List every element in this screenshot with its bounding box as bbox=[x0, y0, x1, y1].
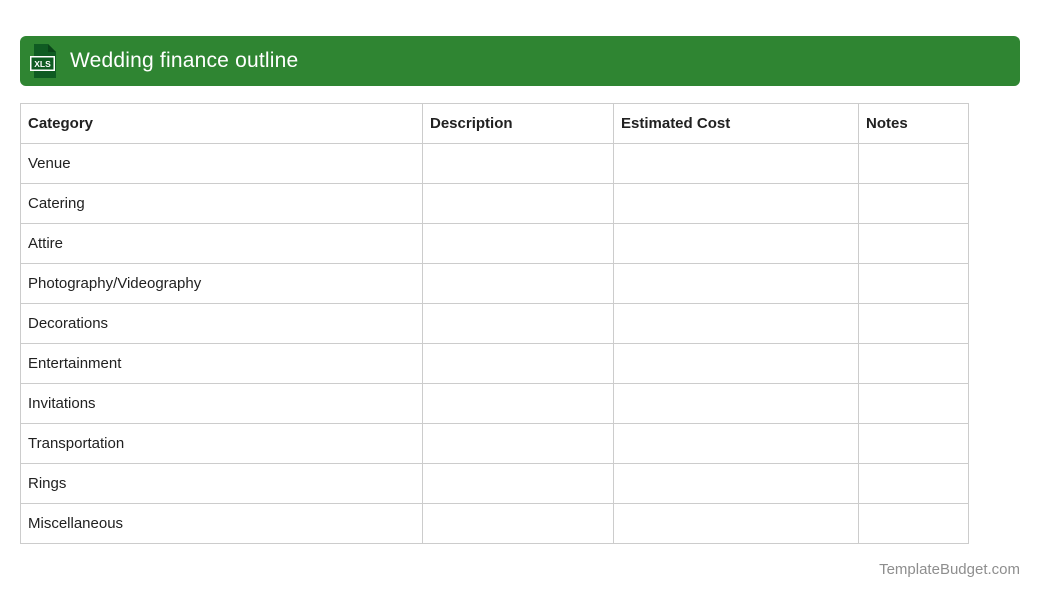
notes-cell bbox=[858, 143, 969, 184]
column-header-estimated-cost: Estimated Cost bbox=[613, 103, 859, 144]
table-header-row: Category Description Estimated Cost Note… bbox=[20, 103, 969, 144]
category-cell: Transportation bbox=[20, 423, 423, 464]
template-page: XLS Wedding finance outline Category Des… bbox=[0, 0, 1040, 600]
estimated-cost-cell bbox=[613, 463, 859, 504]
description-cell bbox=[422, 223, 614, 264]
description-cell bbox=[422, 263, 614, 304]
notes-cell bbox=[858, 303, 969, 344]
description-cell bbox=[422, 343, 614, 384]
page-title: Wedding finance outline bbox=[70, 49, 299, 72]
notes-cell bbox=[858, 383, 969, 424]
description-cell bbox=[422, 383, 614, 424]
category-cell: Catering bbox=[20, 183, 423, 224]
estimated-cost-cell bbox=[613, 343, 859, 384]
notes-cell bbox=[858, 263, 969, 304]
table-row: Invitations bbox=[20, 383, 969, 424]
estimated-cost-cell bbox=[613, 183, 859, 224]
description-cell bbox=[422, 463, 614, 504]
table-row: Entertainment bbox=[20, 343, 969, 384]
description-cell bbox=[422, 183, 614, 224]
category-cell: Rings bbox=[20, 463, 423, 504]
column-header-description: Description bbox=[422, 103, 614, 144]
table-row: Miscellaneous bbox=[20, 503, 969, 544]
table-row: Photography/Videography bbox=[20, 263, 969, 304]
category-cell: Entertainment bbox=[20, 343, 423, 384]
notes-cell bbox=[858, 503, 969, 544]
estimated-cost-cell bbox=[613, 383, 859, 424]
category-cell: Invitations bbox=[20, 383, 423, 424]
budget-table: Category Description Estimated Cost Note… bbox=[20, 103, 969, 544]
estimated-cost-cell bbox=[613, 503, 859, 544]
xls-icon-label: XLS bbox=[34, 59, 51, 69]
category-cell: Venue bbox=[20, 143, 423, 184]
table-row: Attire bbox=[20, 223, 969, 264]
estimated-cost-cell bbox=[613, 223, 859, 264]
notes-cell bbox=[858, 223, 969, 264]
notes-cell bbox=[858, 343, 969, 384]
table-row: Transportation bbox=[20, 423, 969, 464]
xls-file-icon: XLS bbox=[30, 44, 56, 78]
estimated-cost-cell bbox=[613, 303, 859, 344]
category-cell: Miscellaneous bbox=[20, 503, 423, 544]
table-row: Catering bbox=[20, 183, 969, 224]
table-row: Venue bbox=[20, 143, 969, 184]
notes-cell bbox=[858, 423, 969, 464]
description-cell bbox=[422, 423, 614, 464]
estimated-cost-cell bbox=[613, 263, 859, 304]
column-header-notes: Notes bbox=[858, 103, 969, 144]
estimated-cost-cell bbox=[613, 423, 859, 464]
notes-cell bbox=[858, 183, 969, 224]
notes-cell bbox=[858, 463, 969, 504]
site-credit: TemplateBudget.com bbox=[879, 561, 1020, 578]
estimated-cost-cell bbox=[613, 143, 859, 184]
description-cell bbox=[422, 503, 614, 544]
category-cell: Attire bbox=[20, 223, 423, 264]
table-row: Decorations bbox=[20, 303, 969, 344]
category-cell: Decorations bbox=[20, 303, 423, 344]
description-cell bbox=[422, 143, 614, 184]
table-row: Rings bbox=[20, 463, 969, 504]
category-cell: Photography/Videography bbox=[20, 263, 423, 304]
template-header-bar: XLS Wedding finance outline bbox=[20, 36, 1020, 86]
column-header-category: Category bbox=[20, 103, 423, 144]
description-cell bbox=[422, 303, 614, 344]
